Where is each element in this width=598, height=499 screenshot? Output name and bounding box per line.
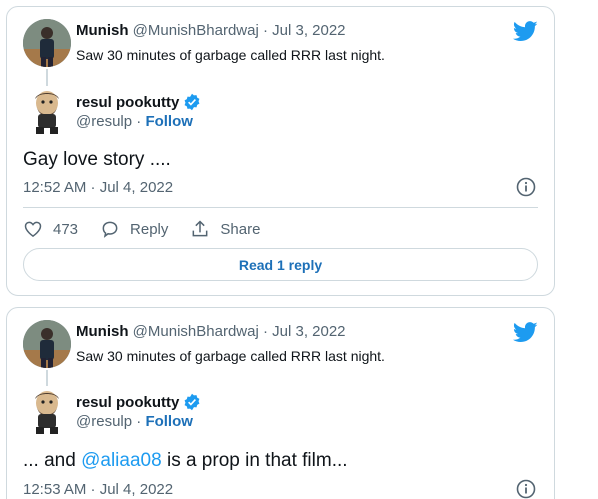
author-name[interactable]: resul pookutty [76,394,179,411]
separator: · [136,413,142,430]
reply-button[interactable]: Reply [100,219,168,239]
quoted-date[interactable]: Jul 3, 2022 [272,22,345,39]
author-handle[interactable]: @resulp [76,113,132,130]
share-upload-icon [192,220,208,237]
munish-avatar-image [23,320,71,368]
avatar[interactable] [23,87,71,135]
info-icon[interactable] [516,177,536,197]
heart-icon [24,221,42,237]
quoted-author-name[interactable]: Munish [76,22,129,39]
thread-line [46,370,48,386]
twitter-bird-icon[interactable] [513,21,538,42]
tweet-actions: 473 Reply Share [23,219,282,239]
verified-badge-icon [184,393,200,411]
resul-avatar-image [35,91,59,134]
tweet-timestamp[interactable]: 12:53 AM · Jul 4, 2022 [23,481,173,498]
share-button[interactable]: Share [190,219,260,239]
read-replies-button[interactable]: Read 1 reply [23,248,538,281]
tweet-text: ... and @aliaa08 is a prop in that film.… [23,450,348,472]
twitter-bird-icon[interactable] [513,322,538,343]
quoted-tweet-header: Munish @MunishBhardwaj · Jul 3, 2022 [76,22,346,39]
author-name[interactable]: resul pookutty [76,94,179,111]
info-icon[interactable] [516,479,536,499]
quoted-tweet-text: Saw 30 minutes of garbage called RRR las… [76,348,385,364]
mention-link[interactable]: @aliaa08 [81,450,162,471]
separator: · [262,22,268,39]
author-name-line: resul pookutty [76,93,201,111]
avatar[interactable] [23,19,71,67]
tweet-text: Gay love story .... [23,149,171,170]
tweet-text-suffix: is a prop in that film... [161,450,348,471]
avatar[interactable] [23,320,71,368]
quoted-tweet-text: Saw 30 minutes of garbage called RRR las… [76,47,385,63]
quoted-tweet-header: Munish @MunishBhardwaj · Jul 3, 2022 [76,323,346,340]
quoted-author-handle[interactable]: @MunishBhardwaj [133,22,259,39]
tweet-timestamp[interactable]: 12:52 AM · Jul 4, 2022 [23,179,173,196]
follow-button[interactable]: Follow [145,413,193,430]
author-handle-line: @resulp · Follow [76,413,193,430]
separator: · [136,113,142,130]
author-handle-line: @resulp · Follow [76,113,193,130]
like-button[interactable]: 473 [23,219,78,239]
tweet-text-prefix: ... and [23,450,82,471]
share-label: Share [220,220,261,238]
resul-avatar-image [35,391,59,434]
author-handle[interactable]: @resulp [76,413,132,430]
reply-bubble-icon [102,221,118,238]
quoted-author-name[interactable]: Munish [76,323,129,340]
author-name-line: resul pookutty [76,393,201,411]
munish-avatar-image [23,19,71,67]
separator: · [262,323,268,340]
reply-label: Reply [130,220,169,238]
like-count: 473 [53,220,79,238]
quoted-author-handle[interactable]: @MunishBhardwaj [133,323,259,340]
divider [23,207,538,208]
follow-button[interactable]: Follow [145,113,193,130]
avatar[interactable] [23,387,71,435]
quoted-date[interactable]: Jul 3, 2022 [272,323,345,340]
verified-badge-icon [184,93,200,111]
tweet-card[interactable]: Munish @MunishBhardwaj · Jul 3, 2022 Saw… [6,6,555,296]
thread-line [46,69,48,86]
tweet-card[interactable]: Munish @MunishBhardwaj · Jul 3, 2022 Saw… [6,307,555,499]
